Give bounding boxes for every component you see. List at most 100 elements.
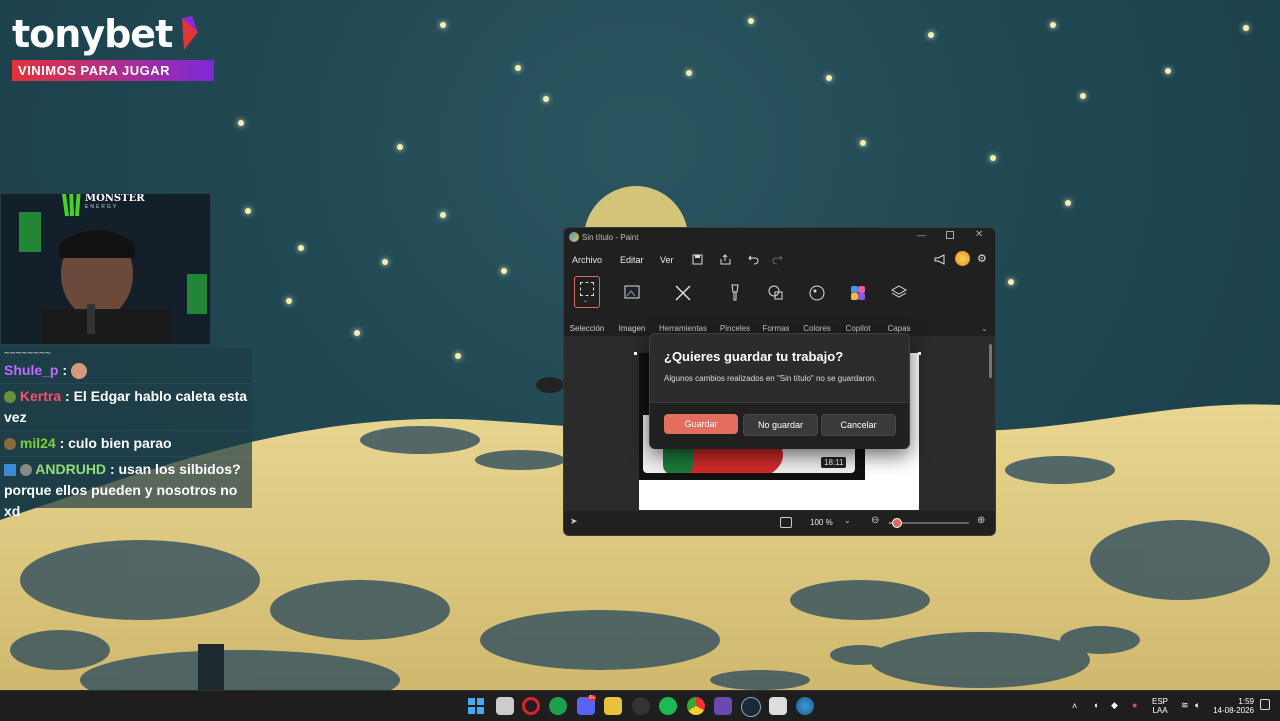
volume-icon[interactable]: 🔈︎ [1195, 700, 1200, 711]
undo-icon[interactable] [748, 254, 759, 265]
clock-time: 1:59 [1238, 697, 1254, 706]
file-explorer-icon[interactable] [496, 697, 514, 715]
chat-username: ANDRUHD [35, 461, 107, 477]
chat-username: Shule_p [4, 362, 59, 378]
save-icon[interactable] [692, 254, 703, 265]
badge-icon [4, 438, 16, 451]
chat-message: : culo bien parao [59, 435, 172, 451]
menu-bar: Archivo Editar Ver ⚙ [564, 248, 995, 272]
brand-mark-icon [182, 16, 199, 50]
window-title: Sin título - Paint [582, 233, 639, 242]
xbox-icon[interactable] [549, 697, 567, 715]
close-icon[interactable]: ✕ [975, 229, 983, 240]
monster-claw-icon [62, 194, 81, 217]
zoom-in-icon[interactable]: ⊕ [977, 515, 985, 526]
brand-name: tonybet [12, 12, 173, 56]
ribbon-selection[interactable]: ⌄ Selección [564, 272, 610, 333]
avatar[interactable] [955, 251, 970, 266]
windows-start-icon[interactable] [467, 697, 485, 715]
chat-colon: : [62, 362, 71, 378]
chrome-icon[interactable] [687, 697, 705, 715]
spotify-icon[interactable] [659, 697, 677, 715]
palette-icon [809, 285, 825, 301]
maximize-icon[interactable] [946, 231, 954, 239]
megaphone-icon[interactable] [934, 254, 946, 265]
ribbon-shapes[interactable]: Formas [753, 272, 799, 333]
ribbon-colors[interactable]: Colores [794, 272, 840, 333]
zoom-out-icon[interactable]: ⊖ [871, 515, 879, 526]
ribbon-layers[interactable]: Capas [876, 272, 922, 333]
zoom-dropdown-icon[interactable]: ⌄ [844, 516, 851, 525]
opera-browser-icon[interactable] [522, 697, 540, 715]
notifications-icon[interactable] [1260, 699, 1270, 710]
brand-tagline: VINIMOS PARA JUGAR [12, 60, 214, 81]
dialog-footer: Guardar No guardar Cancelar [650, 402, 909, 449]
selection-handle[interactable] [918, 352, 921, 355]
status-bar: ➤ 100 % ⌄ ⊖ ⊕ [564, 511, 995, 535]
ribbon-tools[interactable]: Herramientas [659, 272, 707, 333]
fit-screen-icon[interactable] [780, 517, 792, 528]
chat-line: mil24 : culo bien parao [0, 431, 252, 457]
chat-line: ANDRUHD : usan los silbidos? porque ello… [0, 457, 252, 525]
webcam-overlay: MONSTER ENERGY [0, 193, 211, 345]
settings-gear-icon[interactable]: ⚙ [977, 252, 987, 265]
game-launcher-icon[interactable] [714, 697, 732, 715]
ribbon-copilot[interactable]: Copilot [835, 272, 881, 333]
layers-icon [890, 285, 908, 298]
chat-line: Shule_p : [0, 358, 252, 384]
ribbon-brushes[interactable]: Pinceles [712, 272, 758, 333]
chat-username: Kertra [19, 388, 62, 404]
paint-taskbar-icon[interactable] [796, 697, 814, 715]
chat-line: Kertra : El Edgar hablo caleta esta vez [0, 384, 252, 431]
paint-app-icon [569, 232, 579, 242]
cancel-button[interactable]: Cancelar [821, 414, 896, 436]
redo-icon[interactable] [772, 254, 783, 265]
app-icon[interactable] [632, 697, 650, 715]
language-indicator[interactable]: ESP LAA [1152, 697, 1168, 715]
share-icon[interactable] [720, 254, 731, 265]
dont-save-button[interactable]: No guardar [743, 414, 818, 436]
save-button[interactable]: Guardar [664, 414, 738, 434]
zoom-slider-thumb[interactable] [892, 518, 902, 528]
sponsor-logo: MONSTER ENERGY [59, 193, 145, 218]
menu-ver[interactable]: Ver [660, 255, 674, 265]
ribbon-image[interactable]: Imagen [609, 272, 655, 333]
chat-username: mil24 [19, 435, 56, 451]
zoom-value[interactable]: 100 % [810, 518, 833, 527]
video-timestamp: 18:11 [821, 457, 847, 468]
ribbon: ⌄ Selección Imagen Herramientas Pinceles… [564, 272, 995, 337]
ribbon-label: Capas [887, 324, 911, 333]
menu-archivo[interactable]: Archivo [572, 255, 602, 265]
brush-icon [731, 284, 739, 301]
minimize-icon[interactable]: — [917, 230, 926, 240]
tray-chevron-icon[interactable]: ˄ [1072, 701, 1077, 711]
language-code: ESP [1152, 697, 1169, 706]
selection-handle[interactable] [634, 352, 637, 355]
emote-icon [70, 363, 87, 380]
save-dialog: ¿Quieres guardar tu trabajo? Algunos cam… [649, 333, 910, 449]
taskbar: 9+ ˄ ◖ ◆ ● ESP LAA ≋ 🔈︎ 1:59 14-08-2026 [0, 690, 1280, 721]
clock[interactable]: 1:59 14-08-2026 [1210, 697, 1254, 715]
steam-tray-icon[interactable]: ◆ [1111, 700, 1118, 711]
menu-editar[interactable]: Editar [620, 255, 644, 265]
copilot-icon [851, 286, 865, 300]
vertical-scrollbar[interactable] [989, 344, 992, 378]
wifi-icon[interactable]: ≋ [1181, 700, 1189, 711]
image-icon [624, 285, 640, 299]
ribbon-expand-chevron-icon[interactable]: ⌄ [981, 324, 988, 333]
tray-app-icon[interactable]: ◖ [1093, 700, 1098, 710]
title-bar[interactable]: Sin título - Paint — ✕ [564, 228, 995, 248]
sponsor-subtitle: ENERGY [85, 203, 119, 210]
microphone-icon[interactable]: ● [1132, 700, 1137, 710]
badge-icon [4, 464, 16, 477]
zoom-slider[interactable] [889, 518, 969, 528]
clock-date: 14-08-2026 [1213, 706, 1254, 715]
shapes-icon [768, 285, 783, 300]
steam-icon[interactable] [741, 697, 761, 717]
selection-icon: ⌄ [574, 276, 600, 308]
chat-line-partial: ~~~~~~~~ [4, 348, 51, 358]
sponsor-name: MONSTER [85, 193, 145, 204]
brand-logo: tonybet VINIMOS PARA JUGAR [12, 12, 214, 81]
notepad-icon[interactable] [769, 697, 787, 715]
folder-icon[interactable] [604, 697, 622, 715]
